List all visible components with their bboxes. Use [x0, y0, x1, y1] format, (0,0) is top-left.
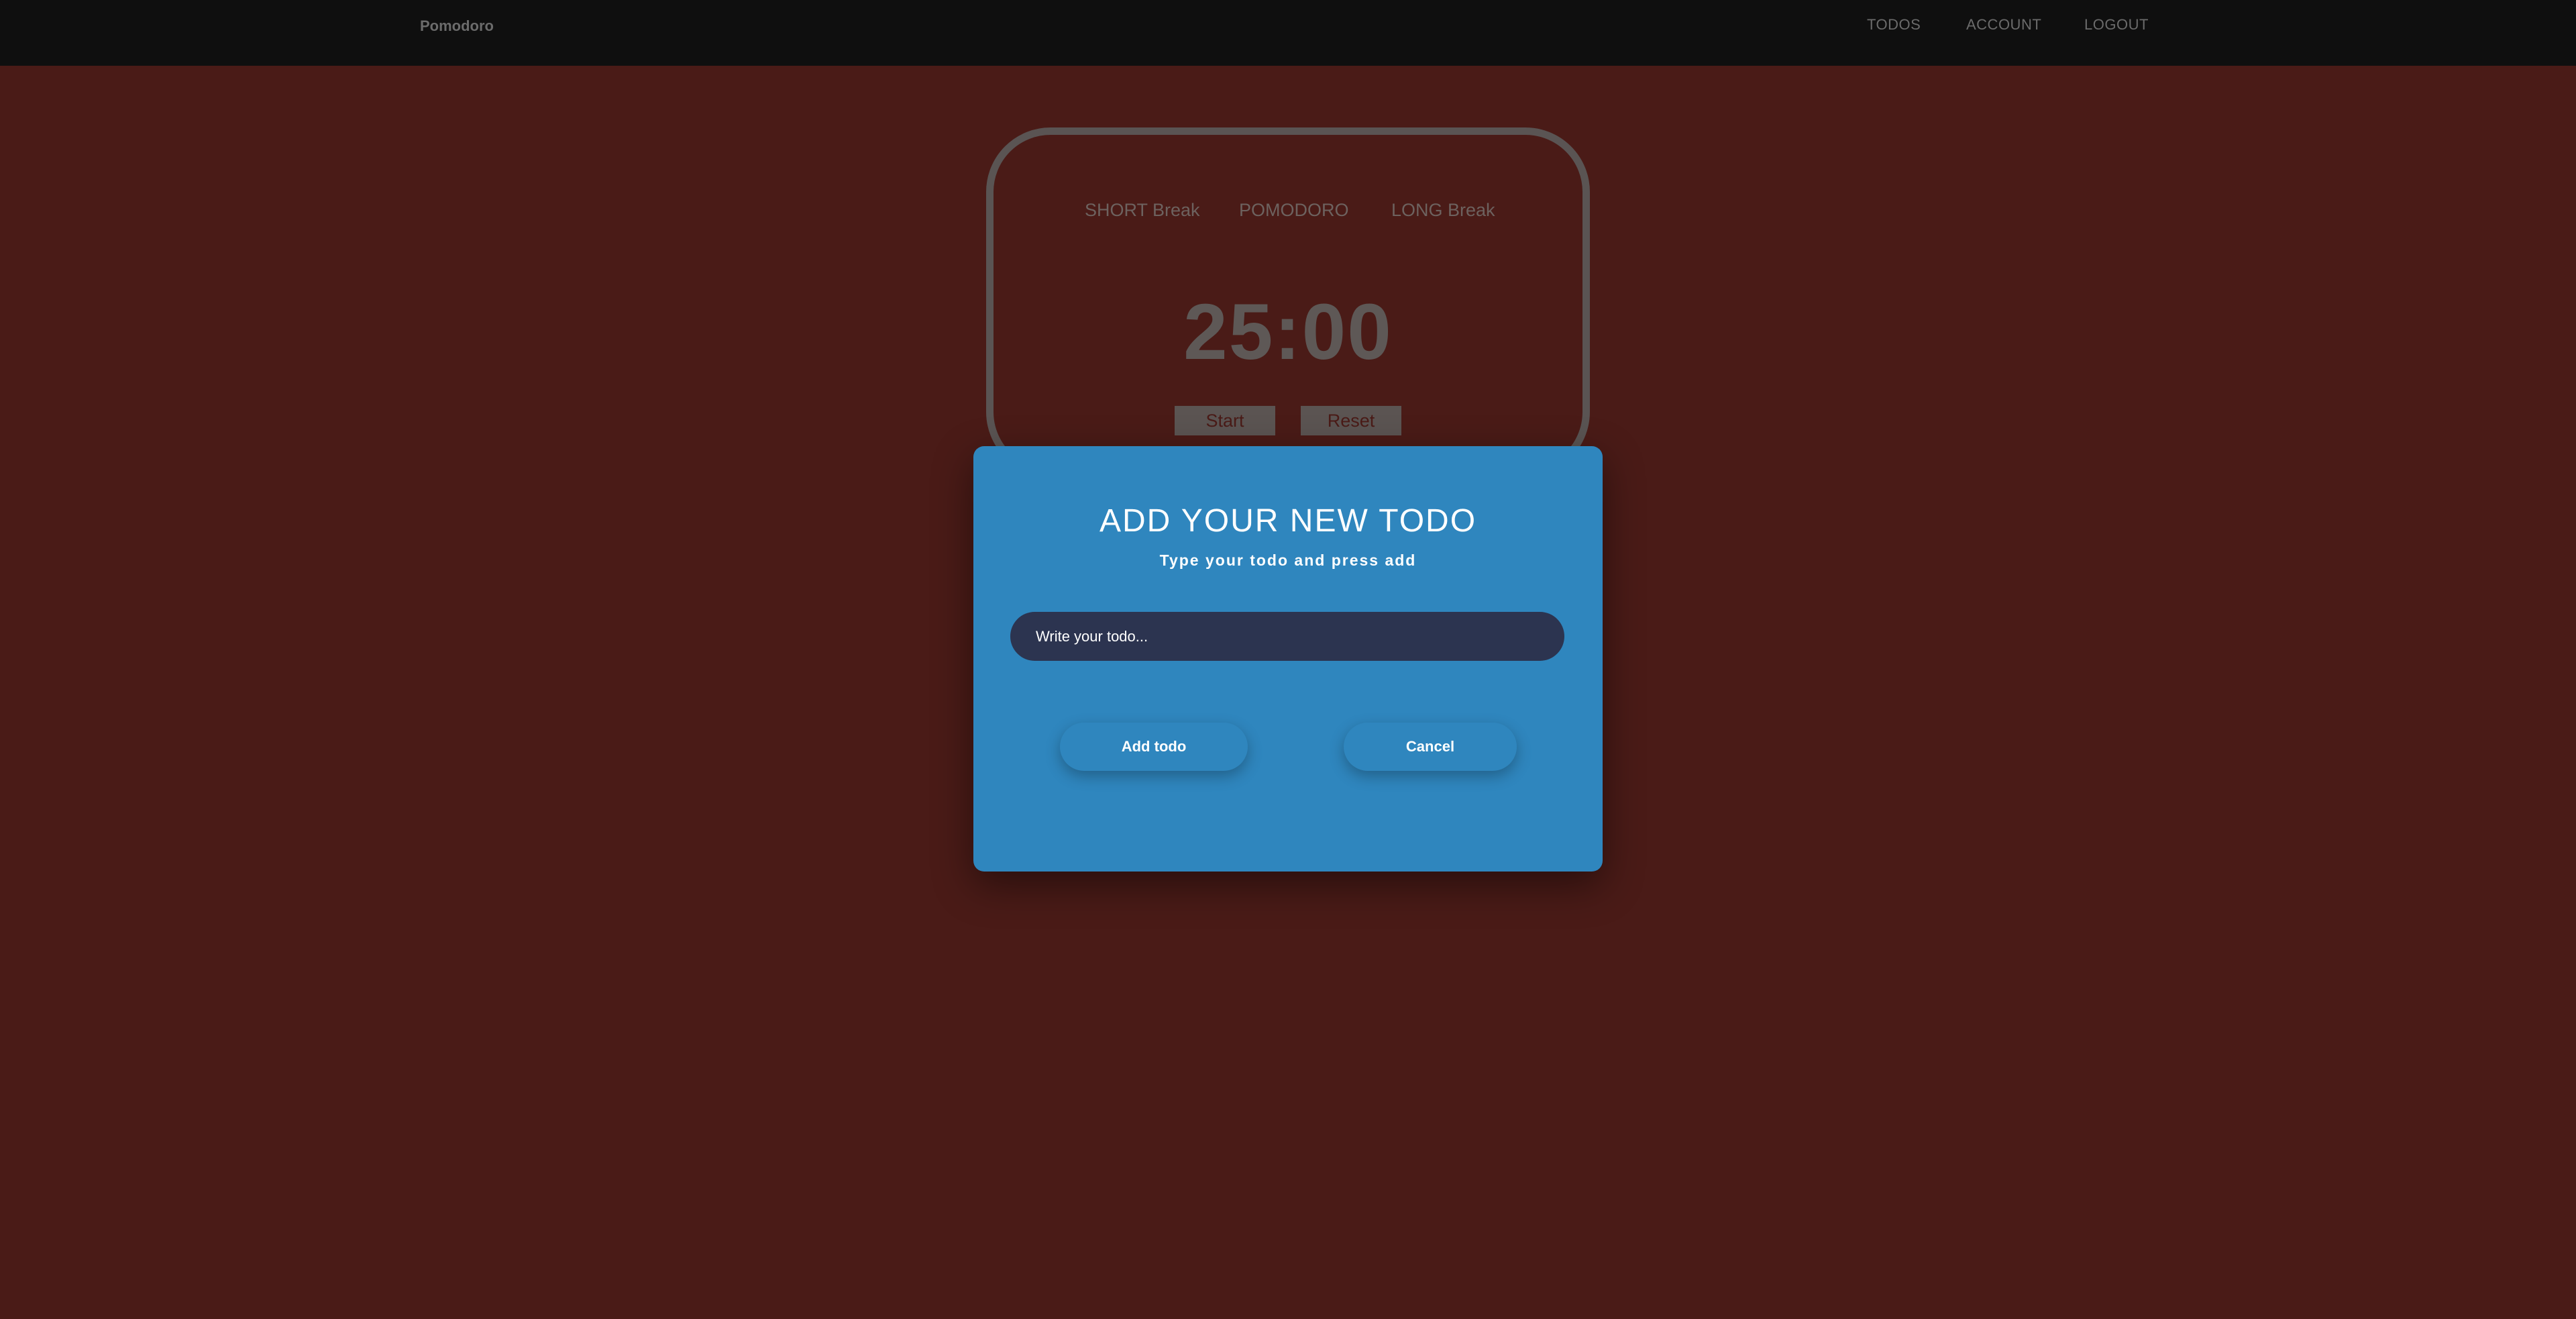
- reset-button[interactable]: Reset: [1301, 406, 1401, 435]
- timer-display: 25:00: [1183, 288, 1393, 376]
- tab-short-break[interactable]: SHORT Break: [1085, 199, 1200, 221]
- nav-link-todos[interactable]: TODOS: [1867, 15, 1921, 35]
- nav-link-logout[interactable]: LOGOUT: [2084, 15, 2149, 35]
- add-todo-modal: ADD YOUR NEW TODO Type your todo and pre…: [973, 446, 1603, 872]
- add-todo-button[interactable]: Add todo: [1060, 723, 1248, 771]
- tab-long-break[interactable]: LONG Break: [1391, 199, 1495, 221]
- nav-link-account[interactable]: ACCOUNT: [1966, 15, 2041, 35]
- modal-title: ADD YOUR NEW TODO: [1099, 503, 1477, 539]
- modal-subtitle: Type your todo and press add: [1159, 551, 1417, 569]
- todo-input[interactable]: [1010, 612, 1564, 661]
- start-button[interactable]: Start: [1175, 406, 1275, 435]
- cancel-button[interactable]: Cancel: [1344, 723, 1517, 771]
- top-navbar: Pomodoro TODOS ACCOUNT LOGOUT: [0, 0, 2576, 66]
- brand-logo[interactable]: Pomodoro: [420, 16, 494, 36]
- tab-pomodoro[interactable]: POMODORO: [1239, 199, 1349, 221]
